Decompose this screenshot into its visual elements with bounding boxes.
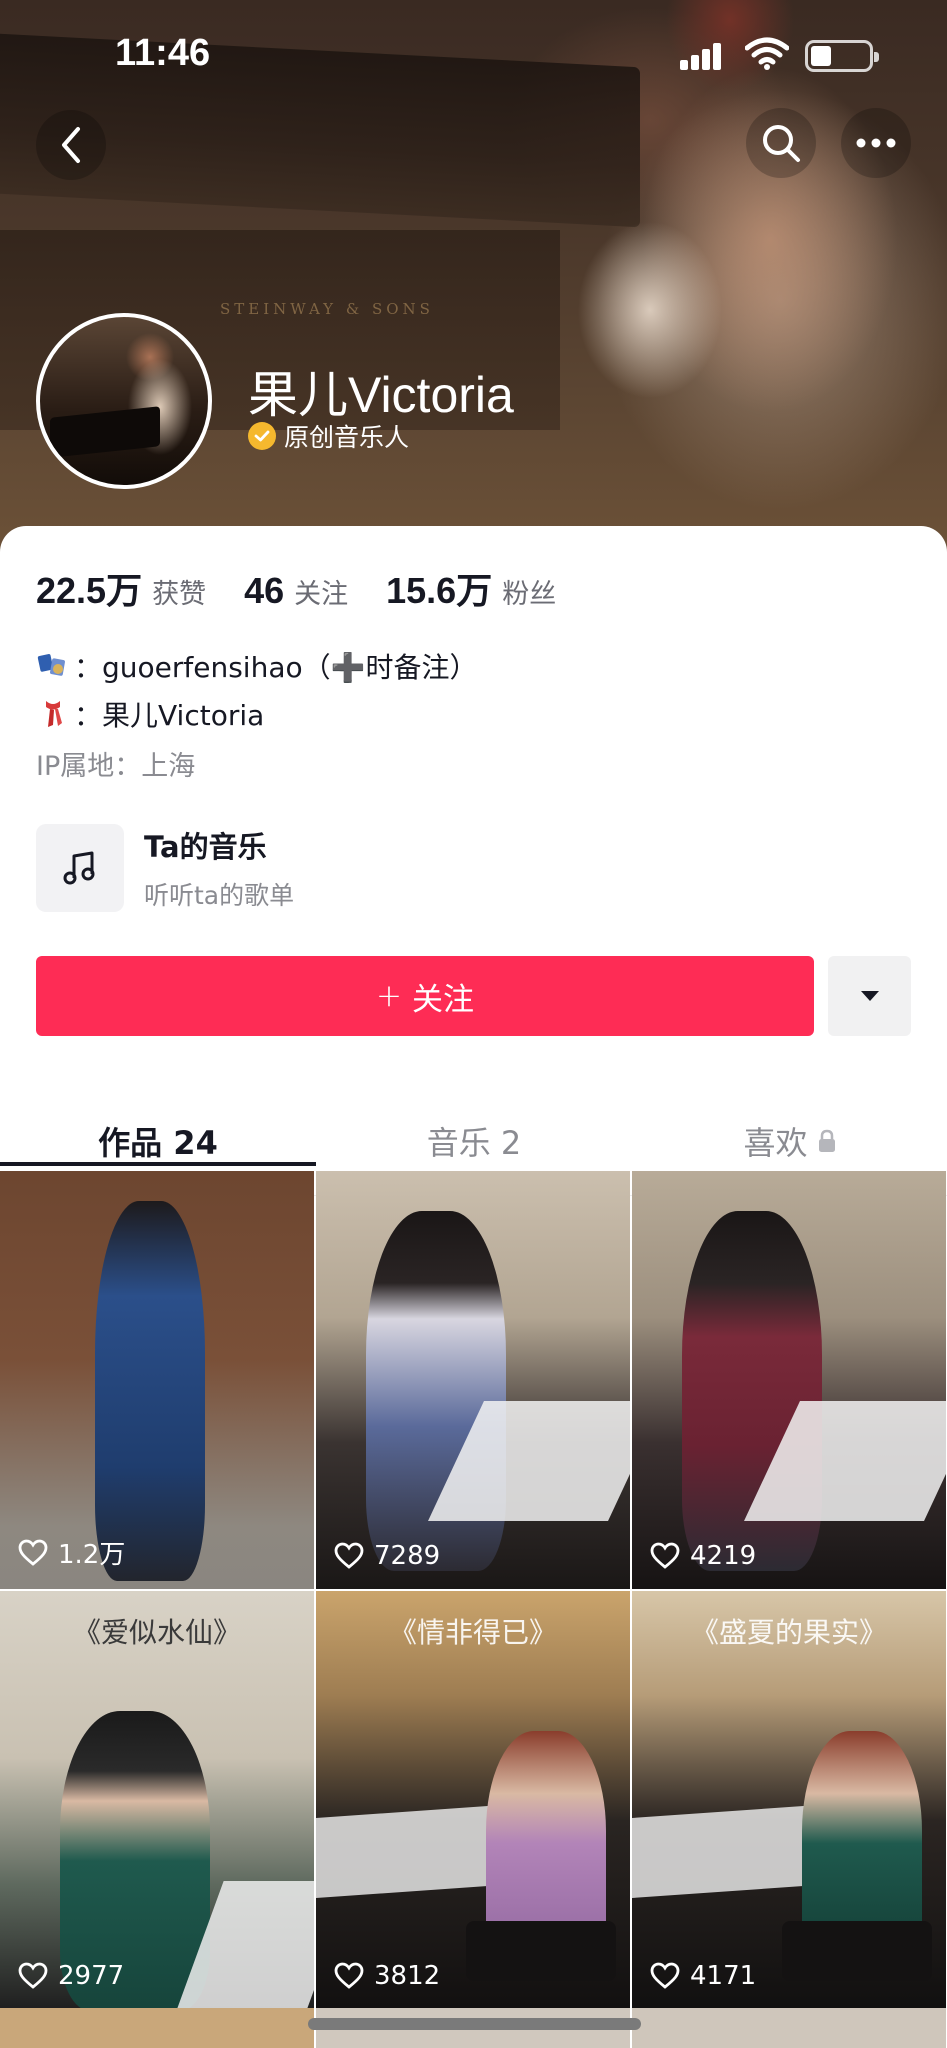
like-count: 4171 (650, 1961, 756, 1991)
video-thumbnail[interactable]: 《盛夏的果实》 4171 (632, 1591, 946, 2009)
more-options-button[interactable] (841, 108, 911, 178)
stat-value: 15.6万 (386, 570, 493, 611)
video-thumbnail[interactable]: 7289 (316, 1171, 630, 1589)
search-button[interactable] (746, 108, 816, 178)
heart-outline-icon (650, 1542, 680, 1569)
fans-group-emoji-icon (37, 654, 65, 676)
cellular-signal-icon (680, 40, 730, 70)
video-thumbnail[interactable]: 《情非得已》 3812 (316, 1591, 630, 2009)
profile-name: 果儿Victoria (248, 367, 514, 423)
battery-icon (805, 40, 879, 72)
like-count-text: 7289 (374, 1541, 441, 1571)
back-button[interactable] (36, 110, 106, 180)
active-tab-indicator (0, 1162, 316, 1166)
verification-row: 原创音乐人 (248, 418, 409, 454)
profile-bio: ：guoerfensihao（➕时备注） ：果儿Victoria IP属地：上海 (36, 642, 478, 786)
stat-likes: 22.5万 获赞 (36, 562, 206, 614)
header-brand-mark: STEINWAY & SONS (220, 300, 434, 318)
chevron-left-icon (62, 127, 80, 163)
like-count: 1.2万 (18, 1534, 125, 1571)
music-entry-title: Ta的音乐 (144, 830, 267, 864)
like-count-text: 2977 (58, 1961, 125, 1991)
heart-outline-icon (18, 1539, 48, 1566)
heart-outline-icon (334, 1542, 364, 1569)
search-icon (763, 125, 800, 162)
stat-followers[interactable]: 15.6万 粉丝 (386, 562, 556, 614)
recommend-dropdown-button[interactable] (828, 956, 911, 1036)
profile-header: STEINWAY & SONS 11:46 果儿Victoria 原创音乐人 (0, 0, 947, 560)
bio-line-name: ：果儿Victoria (36, 690, 478, 738)
like-count: 7289 (334, 1541, 440, 1571)
like-count: 3812 (334, 1961, 440, 1991)
like-count-text: 4219 (690, 1541, 757, 1571)
music-entry[interactable]: Ta的音乐 听听ta的歌单 (36, 824, 294, 912)
verification-label: 原创音乐人 (284, 423, 410, 452)
like-count-text: 4171 (690, 1961, 757, 1991)
video-overlay-title: 《情非得已》 (388, 1616, 557, 1649)
status-bar: 11:46 (0, 0, 947, 110)
tab-label: 作品 24 (98, 1124, 218, 1162)
follow-button[interactable]: + 关注 (36, 956, 814, 1036)
follow-button-label: 关注 (411, 981, 474, 1018)
avatar[interactable] (36, 313, 212, 489)
home-indicator[interactable] (308, 2018, 641, 2030)
verified-check-icon (248, 422, 276, 450)
stat-label: 粉丝 (502, 579, 557, 610)
stat-value: 46 (244, 570, 285, 611)
like-count: 4219 (650, 1541, 756, 1571)
stat-label: 关注 (294, 579, 349, 610)
ip-location: IP属地：上海 (36, 750, 196, 782)
heart-outline-icon (650, 1962, 680, 1989)
like-count: 2977 (18, 1961, 124, 1991)
tab-label: 音乐 2 (426, 1124, 522, 1162)
music-entry-subtitle: 听听ta的歌单 (144, 881, 295, 910)
music-note-icon (36, 824, 124, 912)
caret-down-icon (860, 991, 879, 1001)
bio-line-contact: ：guoerfensihao（➕时备注） (36, 642, 478, 690)
video-thumbnail[interactable]: 1.2万 (0, 1171, 314, 1589)
heart-outline-icon (334, 1962, 364, 1989)
bio-name-text: ：果儿Victoria (74, 699, 265, 732)
like-count-text: 1.2万 (58, 1540, 126, 1570)
video-thumbnail[interactable]: 《爱似水仙》 2977 (0, 1591, 314, 2009)
video-overlay-title: 《盛夏的果实》 (690, 1616, 887, 1649)
stat-value: 22.5万 (36, 570, 143, 611)
stat-following[interactable]: 46 关注 (244, 570, 348, 612)
video-thumbnail-partial[interactable] (0, 2008, 314, 2048)
red-scarf-emoji-icon (46, 701, 62, 727)
tab-label: 喜欢 (743, 1124, 808, 1162)
more-horizontal-icon (856, 138, 896, 148)
video-thumbnail[interactable]: 4219 (632, 1171, 946, 1589)
bio-contact-text: ：guoerfensihao（➕时备注） (74, 651, 478, 684)
music-entry-text: Ta的音乐 听听ta的歌单 (144, 824, 294, 912)
status-time: 11:46 (115, 32, 211, 74)
heart-outline-icon (18, 1962, 48, 1989)
wifi-icon (744, 36, 790, 74)
lock-icon (818, 1129, 835, 1152)
stat-label: 获赞 (152, 579, 207, 610)
profile-stats: 22.5万 获赞 46 关注 15.6万 粉丝 (36, 562, 594, 614)
like-count-text: 3812 (374, 1961, 441, 1991)
video-overlay-title: 《爱似水仙》 (72, 1616, 241, 1649)
plus-icon: + (376, 978, 402, 1014)
video-thumbnail-partial[interactable] (632, 2008, 946, 2048)
